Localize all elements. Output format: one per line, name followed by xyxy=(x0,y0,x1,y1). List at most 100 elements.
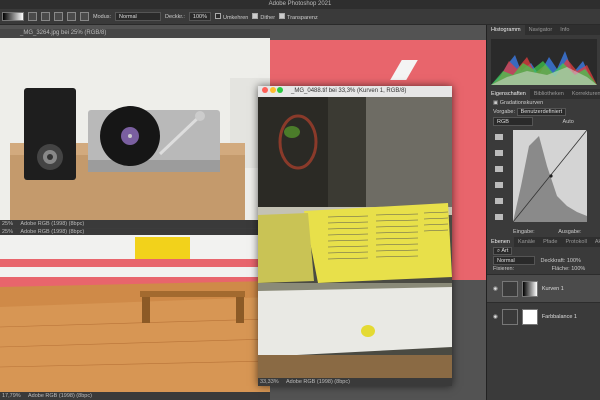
document-window-3[interactable]: 25% Adobe RGB (1998) (8bpc) xyxy=(0,229,270,267)
yellow-sheets-photo xyxy=(258,97,452,378)
curves-adjustment-icon xyxy=(501,280,518,297)
fill-label: Fläche: xyxy=(551,266,570,272)
layer-opacity-value[interactable]: 100% xyxy=(567,258,581,264)
channel-select[interactable]: RGB xyxy=(493,117,533,126)
dither-label: Dither xyxy=(260,14,276,21)
close-icon[interactable] xyxy=(262,87,268,94)
opacity-input[interactable]: 100% xyxy=(188,12,211,21)
input-output-row: Eingabe: Ausgabe: xyxy=(487,228,600,237)
doc1-status: 25% Adobe RGB (1998) (8bpc) xyxy=(0,220,270,228)
transparency-checkbox[interactable]: Transparenz xyxy=(279,12,318,21)
transparency-check-icon xyxy=(279,12,286,19)
layers-tabs: Ebenen Kanäle Pfade Protokoll Aktio xyxy=(487,237,600,247)
layer-row[interactable]: ◉ Kurven 1 xyxy=(487,274,600,302)
tab-history[interactable]: Protokoll xyxy=(561,237,590,247)
input-label: Eingabe: xyxy=(513,229,535,235)
tab-properties[interactable]: Eigenschaften xyxy=(487,89,530,99)
doc3-canvas[interactable] xyxy=(0,235,270,267)
histogram xyxy=(487,35,600,89)
doc2-titlebar[interactable]: _MG_0488.tif bei 33,3% (Kurven 1, RGB/8) xyxy=(258,86,452,97)
curves-label: Gradationskurven xyxy=(499,100,544,106)
tab-paths[interactable]: Pfade xyxy=(539,237,561,247)
properties-tabs: Eigenschaften Bibliotheken Korrekturen xyxy=(487,89,600,99)
doc4-zoom: 17,79% xyxy=(2,393,21,399)
layer-row[interactable]: ◉ Farbbalance 1 xyxy=(487,302,600,330)
doc2-title: _MG_0488.tif bei 33,3% (Kurven 1, RGB/8) xyxy=(291,88,407,94)
transparency-label: Transparenz xyxy=(287,14,318,21)
document-window-2[interactable]: _MG_0488.tif bei 33,3% (Kurven 1, RGB/8) xyxy=(258,86,452,386)
doc4-status: 17,79% Adobe RGB (1998) (8bpc) xyxy=(0,392,270,400)
reverse-check-icon xyxy=(215,12,221,19)
layer-name[interactable]: Farbbalance 1 xyxy=(542,314,577,320)
tab-adjustments[interactable]: Korrekturen xyxy=(568,89,600,99)
layer-mask-thumb[interactable] xyxy=(521,280,538,297)
curves-editor[interactable] xyxy=(487,126,600,228)
output-label: Ausgabe: xyxy=(558,229,582,235)
app-title-bar: Adobe Photoshop 2021 xyxy=(0,0,600,9)
doc2-profile: Adobe RGB (1998) (8bpc) xyxy=(286,379,350,385)
tab-info[interactable]: Info xyxy=(556,25,573,35)
visibility-eye-icon[interactable]: ◉ xyxy=(493,286,498,292)
turntable-photo xyxy=(0,38,270,220)
doc1-title: _MG_3264.jpg bei 25% (RGB/8) xyxy=(0,29,270,38)
diamond-gradient-icon[interactable] xyxy=(80,12,89,21)
blend-row: Normal Deckkraft: 100% xyxy=(487,256,600,265)
options-bar: Modus: Normal Deckkr.: 100% Umkehren Dit… xyxy=(0,9,600,25)
preset-label: Vorgabe: xyxy=(493,109,516,115)
doc1-canvas[interactable] xyxy=(0,38,270,220)
opacity-label: Deckkr.: xyxy=(165,13,185,20)
layer-mask-thumb[interactable] xyxy=(521,308,538,325)
right-panel: Histogramm Navigator Info Eigenschaften … xyxy=(486,25,600,400)
tab-actions[interactable]: Aktio xyxy=(591,237,600,247)
reverse-label: Umkehren xyxy=(223,14,249,21)
curves-graph[interactable] xyxy=(487,126,600,228)
filter-label: Art xyxy=(501,248,509,254)
layer-opacity-label: Deckkraft: xyxy=(540,258,566,264)
preset-row: Vorgabe: Benutzerdefiniert xyxy=(487,108,600,117)
tab-libraries[interactable]: Bibliotheken xyxy=(530,89,568,99)
histogram-graph xyxy=(491,39,597,85)
radial-gradient-icon[interactable] xyxy=(41,12,50,21)
doc1-profile: Adobe RGB (1998) (8bpc) xyxy=(20,221,85,227)
tab-navigator[interactable]: Navigator xyxy=(525,25,557,35)
mode-label: Modus: xyxy=(93,13,112,20)
document-window-4[interactable]: 17,79% Adobe RGB (1998) (8bpc) xyxy=(0,267,270,400)
angle-gradient-icon[interactable] xyxy=(54,12,63,21)
tab-channels[interactable]: Kanäle xyxy=(514,237,539,247)
doc4-profile: Adobe RGB (1998) (8bpc) xyxy=(28,393,92,399)
zoom-icon[interactable] xyxy=(277,87,284,94)
preset-select[interactable]: Benutzerdefiniert xyxy=(516,108,567,116)
minimize-icon[interactable] xyxy=(269,87,276,94)
yellow-poster xyxy=(135,237,190,259)
auto-button[interactable]: Auto xyxy=(563,119,574,125)
lock-row: Fixieren: Fläche: 100% xyxy=(487,265,600,274)
curves-header: ▣ Gradationskurven xyxy=(493,100,544,106)
gallery-floor-photo xyxy=(0,267,270,392)
dither-check-icon xyxy=(252,12,259,19)
layer-name[interactable]: Kurven 1 xyxy=(542,286,564,292)
filter-select[interactable]: ⌕ Art xyxy=(493,247,513,255)
histogram-tabs: Histogramm Navigator Info xyxy=(487,25,600,35)
fill-value[interactable]: 100% xyxy=(571,266,585,272)
dither-checkbox[interactable]: Dither xyxy=(252,12,276,21)
document-window-1[interactable]: _MG_3264.jpg bei 25% (RGB/8) 25% Adobe R… xyxy=(0,29,270,229)
tab-histogram[interactable]: Histogramm xyxy=(487,25,525,35)
blend-mode-select[interactable]: Normal xyxy=(493,256,535,265)
lock-label: Fixieren: xyxy=(493,266,515,272)
linear-gradient-icon[interactable] xyxy=(28,12,37,21)
gradient-picker[interactable] xyxy=(2,12,24,21)
mode-select[interactable]: Normal xyxy=(115,12,162,21)
app-title: Adobe Photoshop 2021 xyxy=(268,1,332,7)
reverse-checkbox[interactable]: Umkehren xyxy=(215,12,249,21)
layer-filter-row: ⌕ Art xyxy=(487,247,600,256)
doc2-zoom: 33,33% xyxy=(260,379,279,385)
channel-row: RGB Auto xyxy=(487,117,600,126)
doc2-canvas[interactable] xyxy=(258,97,452,378)
visibility-eye-icon[interactable]: ◉ xyxy=(493,314,498,320)
reflected-gradient-icon[interactable] xyxy=(67,12,76,21)
doc2-status: 33,33% Adobe RGB (1998) (8bpc) xyxy=(258,378,452,386)
color-balance-icon xyxy=(501,308,518,325)
doc3-red-band xyxy=(0,259,270,267)
doc1-zoom: 25% xyxy=(2,221,14,227)
tab-layers[interactable]: Ebenen xyxy=(487,237,514,247)
